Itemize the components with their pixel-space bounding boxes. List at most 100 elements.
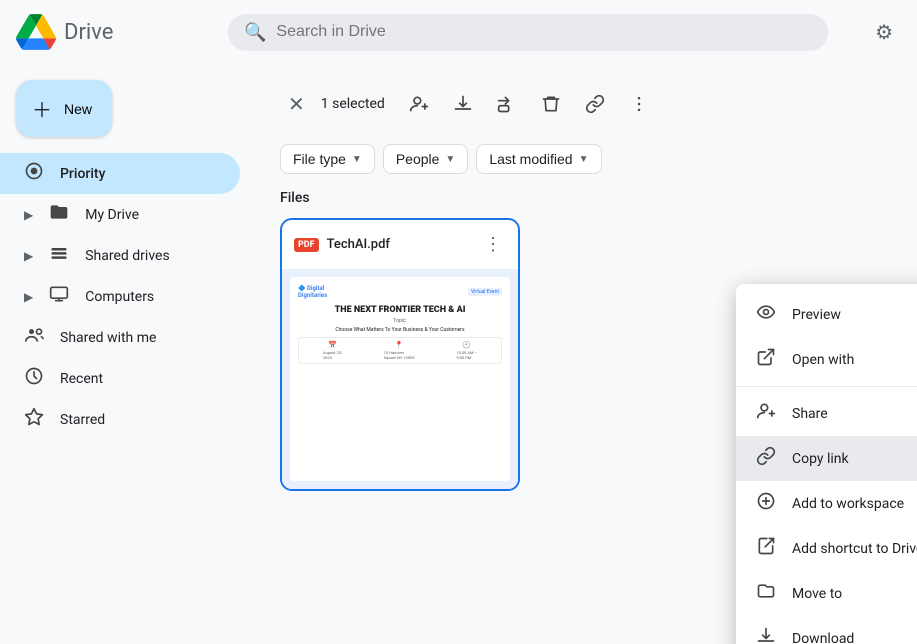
preview-inner: 🔷 DigitalDignitaries Virtual Event THE N… [290,277,510,481]
pdf-badge: PDF [294,238,319,252]
search-bar[interactable]: 🔍 [228,14,828,51]
sidebar-item-computers[interactable]: ▶ Computers [0,276,240,317]
search-icon: 🔍 [244,22,266,43]
preview-date-text: August 25,2023 [323,350,342,360]
filter-row: File type ▼ People ▼ Last modified ▼ [280,144,893,174]
location-icon: 📍 [395,341,404,349]
topbar: Drive 🔍 ⚙ [0,0,917,64]
last-modified-label: Last modified [489,151,572,167]
shared-drives-icon [49,243,69,268]
topbar-right: ⚙ [867,20,901,44]
preview-badge2: Virtual Event [468,288,502,296]
menu-item-add-to-workspace[interactable]: Add to workspace ▶ [736,481,917,526]
toolbar: ✕ 1 selected [280,80,893,128]
move-to-icon [756,581,776,606]
file-type-label: File type [293,151,346,167]
expand-icon-my-drive: ▶ [24,208,33,222]
new-button[interactable]: ＋ New [16,80,112,137]
my-drive-icon [49,202,69,227]
sidebar-item-recent[interactable]: Recent [0,358,240,399]
menu-item-preview[interactable]: Preview [736,292,917,337]
menu-item-copy-link[interactable]: Copy link ↖ [736,436,917,481]
preview-main-title: THE NEXT FRONTIER TECH & AI [298,305,502,316]
file-card-header: PDF TechAI.pdf ⋮ [282,220,518,269]
sidebar-label-starred: Starred [60,412,105,428]
move-button[interactable] [489,86,525,122]
computers-icon [49,284,69,309]
sidebar-label-shared-with-me: Shared with me [60,330,156,346]
sidebar-label-my-drive: My Drive [85,207,139,223]
new-button-label: New [64,101,92,117]
file-card-techAI[interactable]: PDF TechAI.pdf ⋮ 🔷 DigitalDignitaries Vi… [280,218,520,491]
menu-label-copy-link: Copy link [792,451,917,467]
search-input[interactable] [276,23,812,41]
main-layout: ＋ New Priority ▶ My Drive ▶ Shared drive… [0,64,917,644]
menu-item-move-to[interactable]: Move to [736,571,917,616]
files-section-title: Files [280,190,893,206]
menu-item-download[interactable]: Download [736,616,917,644]
menu-label-share: Share [792,406,917,422]
sidebar-label-priority: Priority [60,166,105,182]
menu-label-open-with: Open with [792,352,917,368]
add-shortcut-icon [756,536,776,561]
priority-icon [24,161,44,186]
open-with-menu-icon [756,347,776,372]
starred-icon [24,407,44,432]
preview-time: 🕙 10:00 AM –9:00 PM [456,341,477,360]
selected-count: 1 selected [321,96,385,112]
sidebar-item-starred[interactable]: Starred [0,399,240,440]
menu-item-add-shortcut[interactable]: Add shortcut to Drive [736,526,917,571]
file-type-filter[interactable]: File type ▼ [280,144,375,174]
file-name: TechAI.pdf [327,237,390,252]
calendar-icon: 📅 [328,341,337,349]
preview-location: 📍 10 HanoverSquare NY 10005 [384,341,415,360]
sidebar: ＋ New Priority ▶ My Drive ▶ Shared drive… [0,64,256,644]
people-filter[interactable]: People ▼ [383,144,469,174]
menu-label-add-shortcut: Add shortcut to Drive [792,541,917,557]
preview-date: 📅 August 25,2023 [323,341,342,360]
more-options-button[interactable] [621,86,657,122]
context-menu: Preview Open with ▶ Share Co [736,284,917,644]
menu-item-open-with[interactable]: Open with ▶ [736,337,917,382]
preview-header: 🔷 DigitalDignitaries Virtual Event [298,285,502,299]
download-button[interactable] [445,86,481,122]
sidebar-label-computers: Computers [85,289,154,305]
recent-icon [24,366,44,391]
sidebar-item-my-drive[interactable]: ▶ My Drive [0,194,240,235]
sidebar-item-shared-drives[interactable]: ▶ Shared drives [0,235,240,276]
last-modified-arrow-icon: ▼ [579,154,589,165]
copy-link-menu-icon [756,446,776,471]
logo-area: Drive [16,12,216,52]
preview-logo: 🔷 DigitalDignitaries [298,285,327,299]
sidebar-label-recent: Recent [60,371,103,387]
app-title: Drive [64,20,113,45]
file-card-title-area: PDF TechAI.pdf [294,237,390,252]
drive-logo-icon [16,12,56,52]
menu-item-share[interactable]: Share [736,391,917,436]
menu-divider-1 [736,386,917,387]
sidebar-item-shared-with-me[interactable]: Shared with me [0,317,240,358]
preview-menu-icon [756,302,776,327]
close-button[interactable]: ✕ [280,84,313,125]
menu-label-move-to: Move to [792,586,917,602]
menu-label-preview: Preview [792,307,917,323]
add-person-button[interactable] [401,86,437,122]
copy-link-button[interactable] [577,86,613,122]
sidebar-item-priority[interactable]: Priority [0,153,240,194]
preview-footer: 📅 August 25,2023 📍 10 HanoverSquare NY 1… [298,337,502,364]
delete-button[interactable] [533,86,569,122]
content-area: ✕ 1 selected File type [256,64,917,644]
people-label: People [396,151,440,167]
file-card-preview: 🔷 DigitalDignitaries Virtual Event THE N… [282,269,518,489]
file-menu-button[interactable]: ⋮ [480,230,506,259]
time-icon: 🕙 [462,341,471,349]
preview-topic: Topic: [298,318,502,324]
preview-location-text: 10 HanoverSquare NY 10005 [384,350,415,360]
filter-icon[interactable]: ⚙ [867,12,901,52]
sidebar-label-shared-drives: Shared drives [85,248,169,264]
download-menu-icon [756,626,776,644]
expand-icon-computers: ▶ [24,290,33,304]
people-arrow-icon: ▼ [445,154,455,165]
last-modified-filter[interactable]: Last modified ▼ [476,144,601,174]
share-menu-icon [756,401,776,426]
